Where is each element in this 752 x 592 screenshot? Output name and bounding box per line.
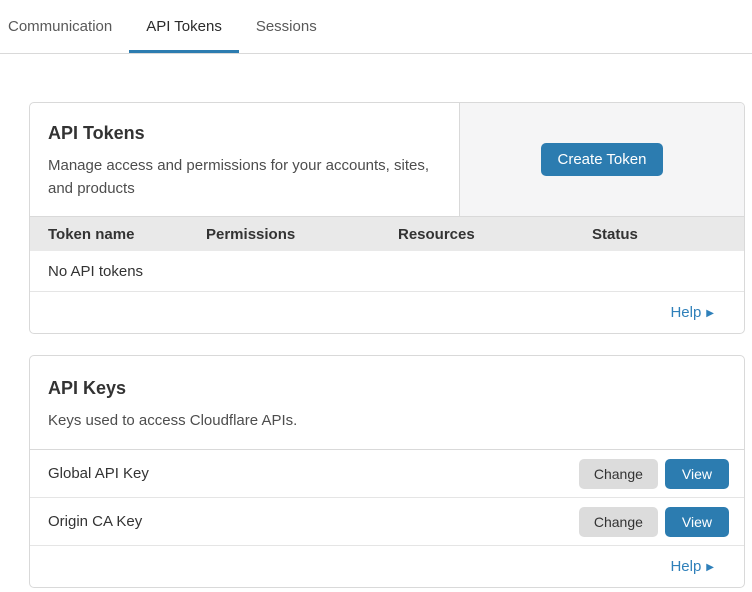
api-keys-description: Keys used to access Cloudflare APIs. [48,409,726,432]
api-tokens-card-footer: Help ▶ [30,292,744,333]
api-keys-card-header: API Keys Keys used to access Cloudflare … [30,356,744,450]
tokens-empty-message: No API tokens [30,251,744,292]
column-header-token-name: Token name [48,226,206,243]
api-tokens-help-link[interactable]: Help ▶ [670,304,714,321]
column-header-permissions: Permissions [206,226,398,243]
api-tokens-card-header: API Tokens Manage access and permissions… [30,103,744,217]
tokens-table-header: Token name Permissions Resources Status [30,217,744,251]
tab-communication[interactable]: Communication [0,0,129,53]
api-tokens-description: Manage access and permissions for your a… [48,154,441,200]
tab-bar: Communication API Tokens Sessions [0,0,752,54]
api-key-row-origin-ca: Origin CA Key Change View [30,498,744,546]
help-arrow-icon: ▶ [706,563,714,573]
api-keys-title: API Keys [48,378,726,399]
api-tokens-title: API Tokens [48,123,441,144]
api-key-name: Global API Key [48,465,579,482]
api-keys-card-footer: Help ▶ [30,546,744,587]
tab-api-tokens[interactable]: API Tokens [129,0,239,53]
view-origin-ca-key-button[interactable]: View [665,507,729,537]
api-key-row-global: Global API Key Change View [30,450,744,498]
help-link-label: Help [670,304,701,321]
help-link-label: Help [670,558,701,575]
create-token-button[interactable]: Create Token [541,143,664,176]
help-arrow-icon: ▶ [706,309,714,319]
change-origin-ca-key-button[interactable]: Change [579,507,658,537]
main-content: API Tokens Manage access and permissions… [0,54,752,588]
api-keys-card: API Keys Keys used to access Cloudflare … [29,355,745,588]
api-key-name: Origin CA Key [48,513,579,530]
api-tokens-card: API Tokens Manage access and permissions… [29,102,745,334]
tab-sessions[interactable]: Sessions [239,0,334,53]
column-header-resources: Resources [398,226,592,243]
api-keys-help-link[interactable]: Help ▶ [670,558,714,575]
api-tokens-action-panel: Create Token [460,103,744,216]
view-global-api-key-button[interactable]: View [665,459,729,489]
change-global-api-key-button[interactable]: Change [579,459,658,489]
api-tokens-header-text: API Tokens Manage access and permissions… [30,103,460,216]
column-header-status: Status [592,226,744,243]
